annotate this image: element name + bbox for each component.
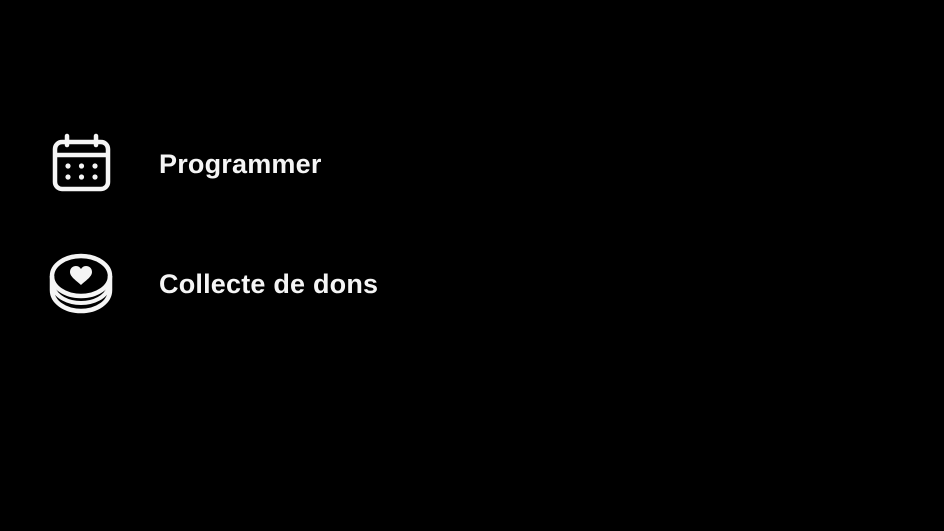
fundraiser-label: Collecte de dons — [159, 268, 379, 299]
calendar-icon — [48, 131, 114, 197]
donation-heart-icon — [48, 251, 114, 317]
schedule-option[interactable]: Programmer — [48, 129, 568, 199]
fundraiser-option[interactable]: Collecte de dons — [48, 249, 568, 319]
share-options-screen: Programmer Collecte de dons — [0, 0, 944, 531]
schedule-label: Programmer — [159, 148, 322, 179]
